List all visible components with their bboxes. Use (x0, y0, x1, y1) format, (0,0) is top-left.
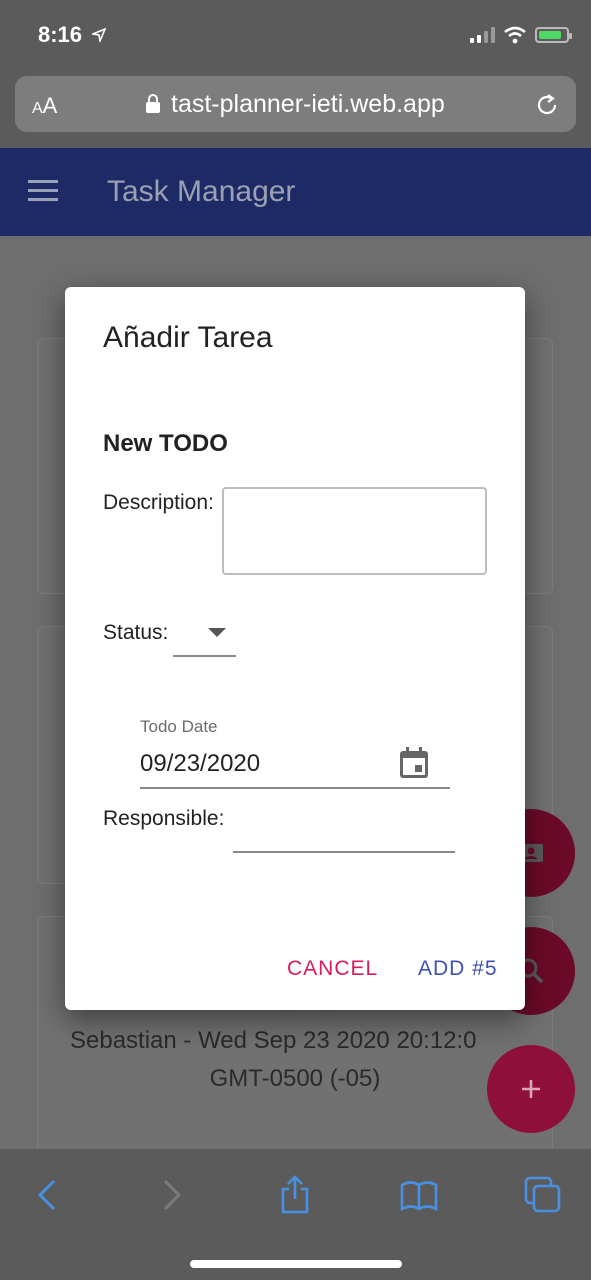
browser-toolbar (0, 1149, 591, 1280)
plus-icon (522, 1080, 540, 1098)
dialog-title: Añadir Tarea (103, 321, 273, 354)
form-heading: New TODO (103, 430, 228, 457)
cellular-signal-icon (470, 27, 495, 43)
app-bar: Task Manager (0, 148, 591, 236)
cancel-button[interactable]: CANCEL (287, 957, 378, 981)
forward-icon[interactable] (151, 1175, 191, 1215)
status-label: Status: (103, 621, 169, 644)
todo-date-label: Todo Date (140, 717, 218, 736)
responsible-label: Responsible: (103, 807, 225, 830)
todo-date-input[interactable]: 09/23/2020 (140, 742, 450, 789)
todo-date-value: 09/23/2020 (140, 750, 261, 777)
task-card-timezone: GMT-0500 (-05) (209, 1065, 381, 1092)
battery-icon (535, 27, 572, 43)
add-task-dialog: Añadir Tarea New TODO Description: Statu… (65, 287, 525, 1010)
responsible-input[interactable] (233, 817, 455, 853)
tabs-icon[interactable] (523, 1175, 563, 1215)
home-indicator[interactable] (190, 1260, 402, 1268)
lock-icon (146, 94, 160, 113)
back-icon[interactable] (28, 1175, 68, 1215)
description-input[interactable] (222, 487, 487, 575)
status-select[interactable] (173, 612, 236, 657)
location-arrow-icon (92, 28, 107, 42)
add-task-button[interactable] (487, 1045, 575, 1133)
add-task-submit-button[interactable]: ADD #5 (418, 957, 498, 981)
calendar-icon[interactable] (398, 746, 430, 780)
text-size-button[interactable]: AA (32, 93, 57, 119)
status-time: 8:16 (38, 22, 107, 48)
reload-icon[interactable] (534, 92, 560, 118)
menu-icon[interactable] (28, 180, 58, 202)
address-bar[interactable]: AA tast-planner-ieti.web.app (15, 76, 576, 132)
task-card-details: Sebastian - Wed Sep 23 2020 20:12:0 (70, 1027, 477, 1054)
url-text[interactable]: tast-planner-ieti.web.app (171, 90, 445, 119)
clock-text: 8:16 (38, 22, 83, 47)
dropdown-arrow-icon (208, 628, 226, 637)
wifi-icon (504, 26, 526, 44)
browser-address-area: AA tast-planner-ieti.web.app (0, 70, 591, 148)
share-icon[interactable] (275, 1175, 315, 1215)
app-title: Task Manager (107, 175, 296, 208)
status-indicators (470, 26, 572, 44)
bookmarks-icon[interactable] (399, 1175, 439, 1215)
status-bar: 8:16 (0, 0, 591, 70)
description-label: Description: (103, 491, 214, 514)
